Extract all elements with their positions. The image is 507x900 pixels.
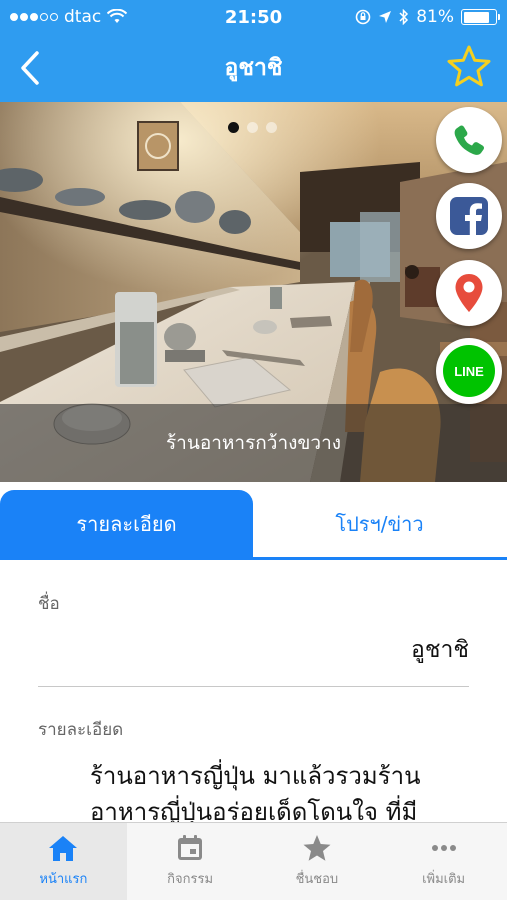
- tab-activities-label: กิจกรรม: [167, 872, 214, 887]
- nav-bar: อูชาชิ: [0, 34, 507, 102]
- line-icon-label: LINE: [454, 364, 484, 379]
- details-panel[interactable]: ชื่อ อูชาชิ รายละเอียด ร้านอาหารญี่ปุ่น …: [0, 560, 507, 822]
- photo-caption: ร้านอาหารกว้างขวาง: [165, 432, 342, 454]
- tab-favorites-label: ชื่นชอบ: [295, 872, 339, 887]
- status-right: 81%: [355, 7, 500, 27]
- carousel-dot[interactable]: [228, 122, 239, 133]
- tab-more[interactable]: เพิ่มเติม: [380, 823, 507, 900]
- home-icon: [49, 836, 78, 861]
- tab-home-label: หน้าแรก: [39, 872, 88, 887]
- map-button[interactable]: [436, 260, 502, 326]
- tab-promotions[interactable]: โปรฯ/ข่าว: [253, 490, 506, 557]
- location-arrow-icon: [379, 11, 392, 23]
- battery-percent: 81%: [416, 7, 454, 27]
- calendar-icon: [178, 835, 203, 860]
- facebook-icon: [450, 197, 488, 236]
- facebook-button[interactable]: [436, 183, 502, 249]
- line-button[interactable]: LINE: [436, 338, 502, 404]
- tab-activities[interactable]: กิจกรรม: [127, 823, 254, 900]
- carrier-name: dtac: [64, 7, 102, 27]
- bottom-tab-bar: หน้าแรก กิจกรรม ชื่นชอบ เพิ่มเติม: [0, 822, 507, 900]
- tab-favorites[interactable]: ชื่นชอบ: [254, 823, 381, 900]
- carousel-dot[interactable]: [247, 122, 258, 133]
- rotation-lock-icon: [355, 9, 371, 25]
- tab-details[interactable]: รายละเอียด: [0, 490, 253, 557]
- tab-home[interactable]: หน้าแรก: [0, 823, 127, 900]
- battery-fill: [463, 11, 489, 23]
- line-icon: LINE: [443, 345, 495, 397]
- phone-icon: [454, 125, 485, 155]
- photo-caption-bar: ร้านอาหารกว้างขวาง: [0, 404, 507, 482]
- carousel-dots: [228, 122, 277, 133]
- back-button[interactable]: [8, 42, 52, 94]
- favorite-button[interactable]: [443, 40, 495, 92]
- status-bar: dtac 21:50 81%: [0, 0, 507, 34]
- description-label: รายละเอียด: [38, 720, 124, 740]
- star-outline-icon: [447, 45, 491, 87]
- more-dots-icon: [431, 845, 456, 851]
- battery-icon: [461, 9, 500, 25]
- description-line: ร้านอาหารญี่ปุ่น มาแล้วรวมร้าน: [90, 762, 421, 790]
- page-title: อูชาชิ: [224, 55, 283, 81]
- bluetooth-icon: [399, 9, 409, 25]
- detail-tabs: รายละเอียด โปรฯ/ข่าว: [0, 490, 507, 560]
- chevron-left-icon: [21, 51, 39, 85]
- signal-strength-icon: [10, 13, 58, 21]
- status-left: dtac: [10, 7, 355, 27]
- name-value: อูชาชิ: [411, 637, 469, 663]
- call-button[interactable]: [436, 107, 502, 173]
- carousel-dot[interactable]: [266, 122, 277, 133]
- description-line: อาหารญี่ปุ่นอร่อยเด็ดโดนใจ ที่มี: [90, 798, 418, 822]
- restaurant-photo-carousel[interactable]: ร้านอาหารกว้างขวาง: [0, 102, 507, 482]
- map-pin-icon: [455, 274, 483, 312]
- description-text: ร้านอาหารญี่ปุ่น มาแล้วรวมร้าน อาหารญี่ป…: [90, 758, 487, 822]
- star-icon: [303, 835, 331, 861]
- tab-more-label: เพิ่มเติม: [422, 872, 466, 887]
- wifi-icon: [107, 9, 128, 23]
- name-label: ชื่อ: [38, 594, 60, 614]
- field-divider: [38, 686, 469, 687]
